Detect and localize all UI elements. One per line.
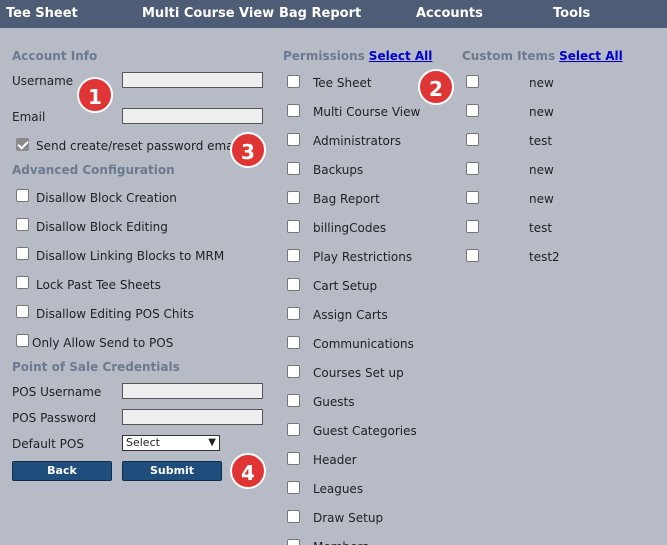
adv-checkbox-lock-past[interactable] (16, 276, 29, 289)
pos-username-label: POS Username (12, 385, 102, 399)
adv-label-linking-mrm: Disallow Linking Blocks to MRM (36, 249, 225, 263)
permission-checkbox[interactable] (287, 191, 300, 204)
permissions-title-text: Permissions (283, 49, 365, 63)
custom-item-label: test (529, 221, 553, 235)
adv-checkbox-linking-mrm[interactable] (16, 247, 29, 260)
custom-item-label: test2 (529, 250, 560, 264)
custom-item-checkbox[interactable] (466, 249, 479, 262)
default-pos-select[interactable]: Select ▼ (122, 435, 220, 451)
custom-item-label: new (529, 192, 554, 206)
custom-item-checkbox[interactable] (466, 104, 479, 117)
pos-username-input[interactable] (122, 383, 263, 399)
permission-checkbox[interactable] (287, 249, 300, 262)
permission-checkbox[interactable] (287, 104, 300, 117)
adv-label-lock-past: Lock Past Tee Sheets (36, 278, 161, 292)
permission-checkbox[interactable] (287, 336, 300, 349)
adv-checkbox-block-editing[interactable] (16, 218, 29, 231)
custom-item-label: new (529, 105, 554, 119)
permission-checkbox[interactable] (287, 162, 300, 175)
custom-select-all-link[interactable]: Select All (559, 49, 623, 63)
send-email-checkbox[interactable] (16, 138, 29, 151)
permission-checkbox[interactable] (287, 307, 300, 320)
nav-tee-sheet[interactable]: Tee Sheet (6, 6, 78, 21)
permission-checkbox[interactable] (287, 452, 300, 465)
pos-password-label: POS Password (12, 411, 97, 425)
adv-label-send-pos: Only Allow Send to POS (32, 336, 174, 350)
pos-credentials-title: Point of Sale Credentials (12, 360, 180, 374)
permission-label: Members (313, 540, 369, 545)
top-nav: Tee Sheet Multi Course View Bag Report A… (0, 0, 667, 28)
permission-checkbox[interactable] (287, 75, 300, 88)
custom-item-label: test (529, 134, 553, 148)
username-input[interactable] (122, 72, 263, 88)
back-button[interactable]: Back (12, 461, 112, 481)
nav-bag-report[interactable]: Bag Report (279, 6, 361, 21)
permission-checkbox[interactable] (287, 539, 300, 545)
annotation-badge-1: 1 (77, 77, 113, 113)
annotation-badge-2: 2 (418, 69, 454, 105)
adv-label-block-editing: Disallow Block Editing (36, 220, 168, 234)
permission-checkbox[interactable] (287, 365, 300, 378)
pos-password-input[interactable] (122, 409, 263, 425)
custom-item-checkbox[interactable] (466, 75, 479, 88)
permission-label: Header (313, 453, 357, 467)
advanced-config-title: Advanced Configuration (12, 163, 175, 177)
custom-items-title: Custom Items Select All (462, 49, 623, 63)
adv-checkbox-send-pos[interactable] (16, 334, 29, 347)
submit-button[interactable]: Submit (122, 461, 222, 481)
custom-item-checkbox[interactable] (466, 133, 479, 146)
custom-item-label: new (529, 76, 554, 90)
username-label: Username (12, 74, 74, 88)
permission-checkbox[interactable] (287, 220, 300, 233)
email-input[interactable] (122, 108, 263, 124)
permission-label: Tee Sheet (313, 76, 372, 90)
annotation-badge-3: 3 (230, 132, 266, 168)
permission-label: Guests (313, 395, 355, 409)
chevron-down-icon: ▼ (208, 437, 216, 448)
send-email-label: Send create/reset password email (36, 139, 241, 153)
permission-label: Cart Setup (313, 279, 378, 293)
account-info-title: Account Info (12, 49, 98, 63)
permission-label: Administrators (313, 134, 402, 148)
default-pos-select-value: Select (126, 436, 160, 449)
permission-label: Draw Setup (313, 511, 384, 525)
permissions-select-all-link[interactable]: Select All (369, 49, 433, 63)
permissions-title: Permissions Select All (283, 49, 432, 63)
custom-items-title-text: Custom Items (462, 49, 556, 63)
permission-label: Play Restrictions (313, 250, 413, 264)
permission-label: Courses Set up (313, 366, 404, 380)
default-pos-label: Default POS (12, 437, 84, 451)
adv-checkbox-pos-chits[interactable] (16, 305, 29, 318)
permission-checkbox[interactable] (287, 394, 300, 407)
nav-multi-course-view[interactable]: Multi Course View (142, 6, 274, 21)
annotation-badge-4: 4 (230, 453, 266, 489)
custom-item-label: new (529, 163, 554, 177)
permission-label: Backups (313, 163, 364, 177)
permission-label: Leagues (313, 482, 364, 496)
permission-checkbox[interactable] (287, 278, 300, 291)
custom-item-checkbox[interactable] (466, 220, 479, 233)
permission-label: Multi Course View (313, 105, 421, 119)
nav-accounts[interactable]: Accounts (416, 6, 483, 21)
permission-checkbox[interactable] (287, 481, 300, 494)
permission-label: Bag Report (313, 192, 380, 206)
permission-checkbox[interactable] (287, 133, 300, 146)
adv-label-block-creation: Disallow Block Creation (36, 191, 177, 205)
permission-checkbox[interactable] (287, 510, 300, 523)
email-label: Email (12, 110, 46, 124)
permission-checkbox[interactable] (287, 423, 300, 436)
adv-checkbox-block-creation[interactable] (16, 189, 29, 202)
permission-label: billingCodes (313, 221, 387, 235)
adv-label-pos-chits: Disallow Editing POS Chits (36, 307, 194, 321)
nav-tools[interactable]: Tools (553, 6, 590, 21)
permission-label: Assign Carts (313, 308, 388, 322)
permission-label: Communications (313, 337, 414, 351)
permission-label: Guest Categories (313, 424, 417, 438)
custom-item-checkbox[interactable] (466, 191, 479, 204)
custom-item-checkbox[interactable] (466, 162, 479, 175)
